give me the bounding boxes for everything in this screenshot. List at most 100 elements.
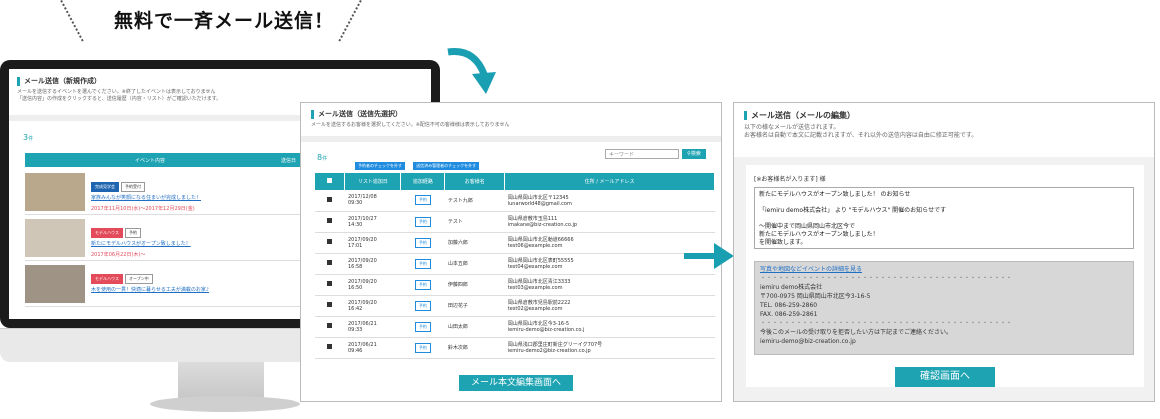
right-arrow-icon [684, 253, 718, 259]
route-badge: 予約 [414, 258, 431, 269]
row-name: テスト [444, 211, 505, 233]
route-badge: 予約 [414, 279, 431, 290]
curved-arrow-icon [447, 47, 496, 94]
table-row: 2017/09/20 16:50 予約 伊藤四郎 岡山県岡山市北区青江3333 te… [315, 274, 715, 296]
sig-mail: iemiru-demo@biz-creation.co.jp [760, 338, 856, 345]
row-address: 岡山県岡山市北区勅道66666 [507, 237, 574, 243]
event-detail-link[interactable]: 写真や地図などイベントの詳細を見る [760, 265, 1128, 274]
event-link[interactable]: 家族みんなが笑顔になる住まいが完成しました！ [91, 194, 201, 201]
message-textarea[interactable]: 新たにモデルハウスがオープン致しました！ のお知らせ 「iemiru demo株… [754, 187, 1134, 249]
monitor-base [150, 396, 300, 412]
search-input[interactable]: キーワード [605, 149, 679, 159]
separator: ・・・・・・・・・・・・・・・・・・・・・・・・・・・・・・・・・・・・・・・・… [760, 275, 1013, 282]
table-row: 2017/12/08 09:30 予約 テスト九郎 岡山県岡山市北区〒12345 l… [315, 190, 715, 212]
route-badge: 予約 [414, 216, 431, 227]
monitor-stand [178, 362, 264, 398]
route-badge: 予約 [414, 300, 431, 311]
search-button[interactable]: ⚲検索 [682, 149, 706, 159]
route-badge: 予約 [414, 237, 431, 248]
screen2-title: メール送信（送信先選択） [311, 110, 711, 119]
row-address: 岡山県倉敷市児島駅前2222 [507, 300, 571, 306]
sig-fax: FAX. 086-259-2861 [760, 311, 818, 318]
row-name: 伊藤四郎 [444, 274, 505, 296]
table-row: 2017/09/20 16:42 予約 田辺花子 岡山県倉敷市児島駅前2222 te… [315, 295, 715, 317]
row-address: 岡山県岡山市北区表町55555 [507, 258, 574, 264]
row-checkbox[interactable] [327, 323, 333, 328]
event-link[interactable]: 新たにモデルハウスがオープン致しました！ [91, 240, 191, 247]
route-badge: 予約 [414, 195, 431, 206]
sig-tel: TEL. 086-259-2860 [760, 302, 818, 309]
greeting: [※お客様名が入ります] 様 [754, 176, 826, 183]
row-mail: lunarworld48@gmail.com [507, 200, 572, 207]
uncheck-reserve-button[interactable]: 予約者のチェックを外す [355, 162, 405, 170]
screen1-desc1: メールを送信するイベントを選んでください。※終了したイベントは表示しておりません [17, 89, 216, 95]
table-row: 2017/06/21 09:33 予約 山田太郎 岡山県岡山市北区今3-16-5 i… [315, 316, 715, 338]
screen2-count: 8件 [317, 153, 328, 162]
recipient-table: リスト追加日 追加経路 お客様名 住所 / メールアドレス 2017/12/08 09:… [315, 173, 715, 359]
column-header: お客様名 [444, 173, 506, 190]
event-tag-status: オープン中 [125, 274, 153, 284]
column-header: リスト追加日 [344, 173, 402, 190]
screen-recipient-select: メール送信（送信先選択） メールを送信するお客様を選択してください。※配信不可の… [300, 102, 722, 402]
row-name: 鈴木次郎 [444, 337, 505, 359]
screen-mail-edit: メール送信（メールの編集） 以下の様なメールが送信されます。 お客様名は自動で本… [733, 102, 1155, 402]
row-checkbox[interactable] [327, 302, 333, 307]
table-row: 2017/09/20 16:58 予約 山本五郎 岡山県岡山市北区表町55555 t… [315, 253, 715, 275]
sig-address: 〒700-0975 岡山県岡山市北区今3-16-5 [760, 293, 871, 300]
row-address: 岡山県浅口郡里庄町新庄グリーイグ707号 [507, 342, 603, 348]
row-checkbox[interactable] [327, 281, 333, 286]
dotted-line-left [58, 0, 84, 42]
route-badge: 予約 [414, 321, 431, 332]
headline: 無料で一斉メール送信！ [114, 10, 335, 32]
row-checkbox[interactable] [327, 218, 333, 223]
screen2-desc: メールを送信するお客様を選択してください。※配信不可の客様様は表示しておりません [311, 122, 510, 128]
row-name: 田辺花子 [444, 295, 505, 317]
row-checkbox[interactable] [327, 260, 333, 265]
screen1-count: 3件 [23, 133, 34, 142]
row-name: 山田太郎 [444, 316, 505, 338]
event-tag-status: 予約 [125, 228, 141, 238]
row-mail: iemiru-demo2@biz-creation.co.jp [507, 348, 591, 354]
confirm-button[interactable]: 確認画面へ [895, 367, 995, 387]
row-time: 09:33 [347, 326, 363, 333]
event-info: 完成見学会 予約受付 家族みんなが笑顔になる住まいが完成しました！ 2017年11… [91, 173, 201, 214]
row-checkbox[interactable] [327, 239, 333, 244]
screen3-title: メール送信（メールの編集） [744, 111, 1144, 120]
row-address: 岡山県岡山市北区青江3333 [507, 279, 571, 285]
signature-block: 写真や地図などイベントの詳細を見る ・・・・・・・・・・・・・・・・・・・・・・… [754, 261, 1134, 355]
row-time: 17:01 [347, 242, 363, 249]
screen3-desc1: 以下の様なメールが送信されます。 [744, 124, 840, 131]
table-row: 2017/09/20 17:01 予約 加藤六郎 岡山県岡山市北区勅道66666 t… [315, 232, 715, 254]
row-mail: test03@example.com [507, 285, 563, 291]
route-badge: 予約 [414, 342, 431, 353]
separator-2: ・・・・・・・・・・・・・・・・・・・・・・・・・・・・・・・・・・・・・・・・… [760, 320, 1013, 327]
row-mail: test02@example.com [507, 306, 563, 312]
row-checkbox[interactable] [327, 344, 333, 349]
row-name: テスト九郎 [444, 190, 505, 212]
column-header: 住所 / メールアドレス [504, 173, 715, 190]
to-mail-edit-button[interactable]: メール本文編集画面へ [459, 375, 573, 391]
row-time: 16:42 [347, 305, 363, 312]
event-link[interactable]: 木を使用の一貫！快適に暮らせる工夫が満載のお家♪ [91, 286, 209, 293]
event-tag-type: 完成見学会 [91, 182, 119, 192]
column-header [315, 173, 346, 190]
select-all-checkbox[interactable] [327, 178, 333, 183]
event-date: 2017年11月10日(水)〜2017年12月29日(金) [91, 206, 195, 212]
screen1-title: メール送信（新規作成） [17, 77, 423, 86]
event-thumbnail [25, 265, 85, 303]
dotted-line-right [338, 0, 364, 42]
event-tag-type: モデルハウス [91, 274, 123, 284]
row-address: 岡山県岡山市北区今3-16-5 [507, 321, 570, 327]
row-address: 岡山県倉敷市玉島111 [507, 216, 558, 222]
row-time: 16:50 [347, 284, 363, 291]
sig-note: 今後このメールの受け取りを拒否したい方は下記までご連絡ください。 [760, 329, 953, 336]
row-checkbox[interactable] [327, 196, 333, 202]
row-time: 14:30 [347, 221, 363, 228]
row-address: 岡山県岡山市北区〒12345 [507, 194, 569, 201]
row-mail: iemiru-demo@biz-creation.co.j [507, 327, 585, 333]
stage: 無料で一斉メール送信！ メール送信（新規作成） メールを送信するイベントを選んで… [0, 0, 1160, 419]
column-header: 追加経路 [400, 173, 446, 190]
table-row: 2017/10/27 14:30 予約 テスト 岡山県倉敷市玉島111 imakan… [315, 211, 715, 233]
uncheck-manage-button[interactable]: 送信済み管理者のチェックを外す [413, 162, 480, 170]
table-row: 2017/06/21 09:46 予約 鈴木次郎 岡山県浅口郡里庄町新庄グリーイグ… [315, 337, 715, 359]
